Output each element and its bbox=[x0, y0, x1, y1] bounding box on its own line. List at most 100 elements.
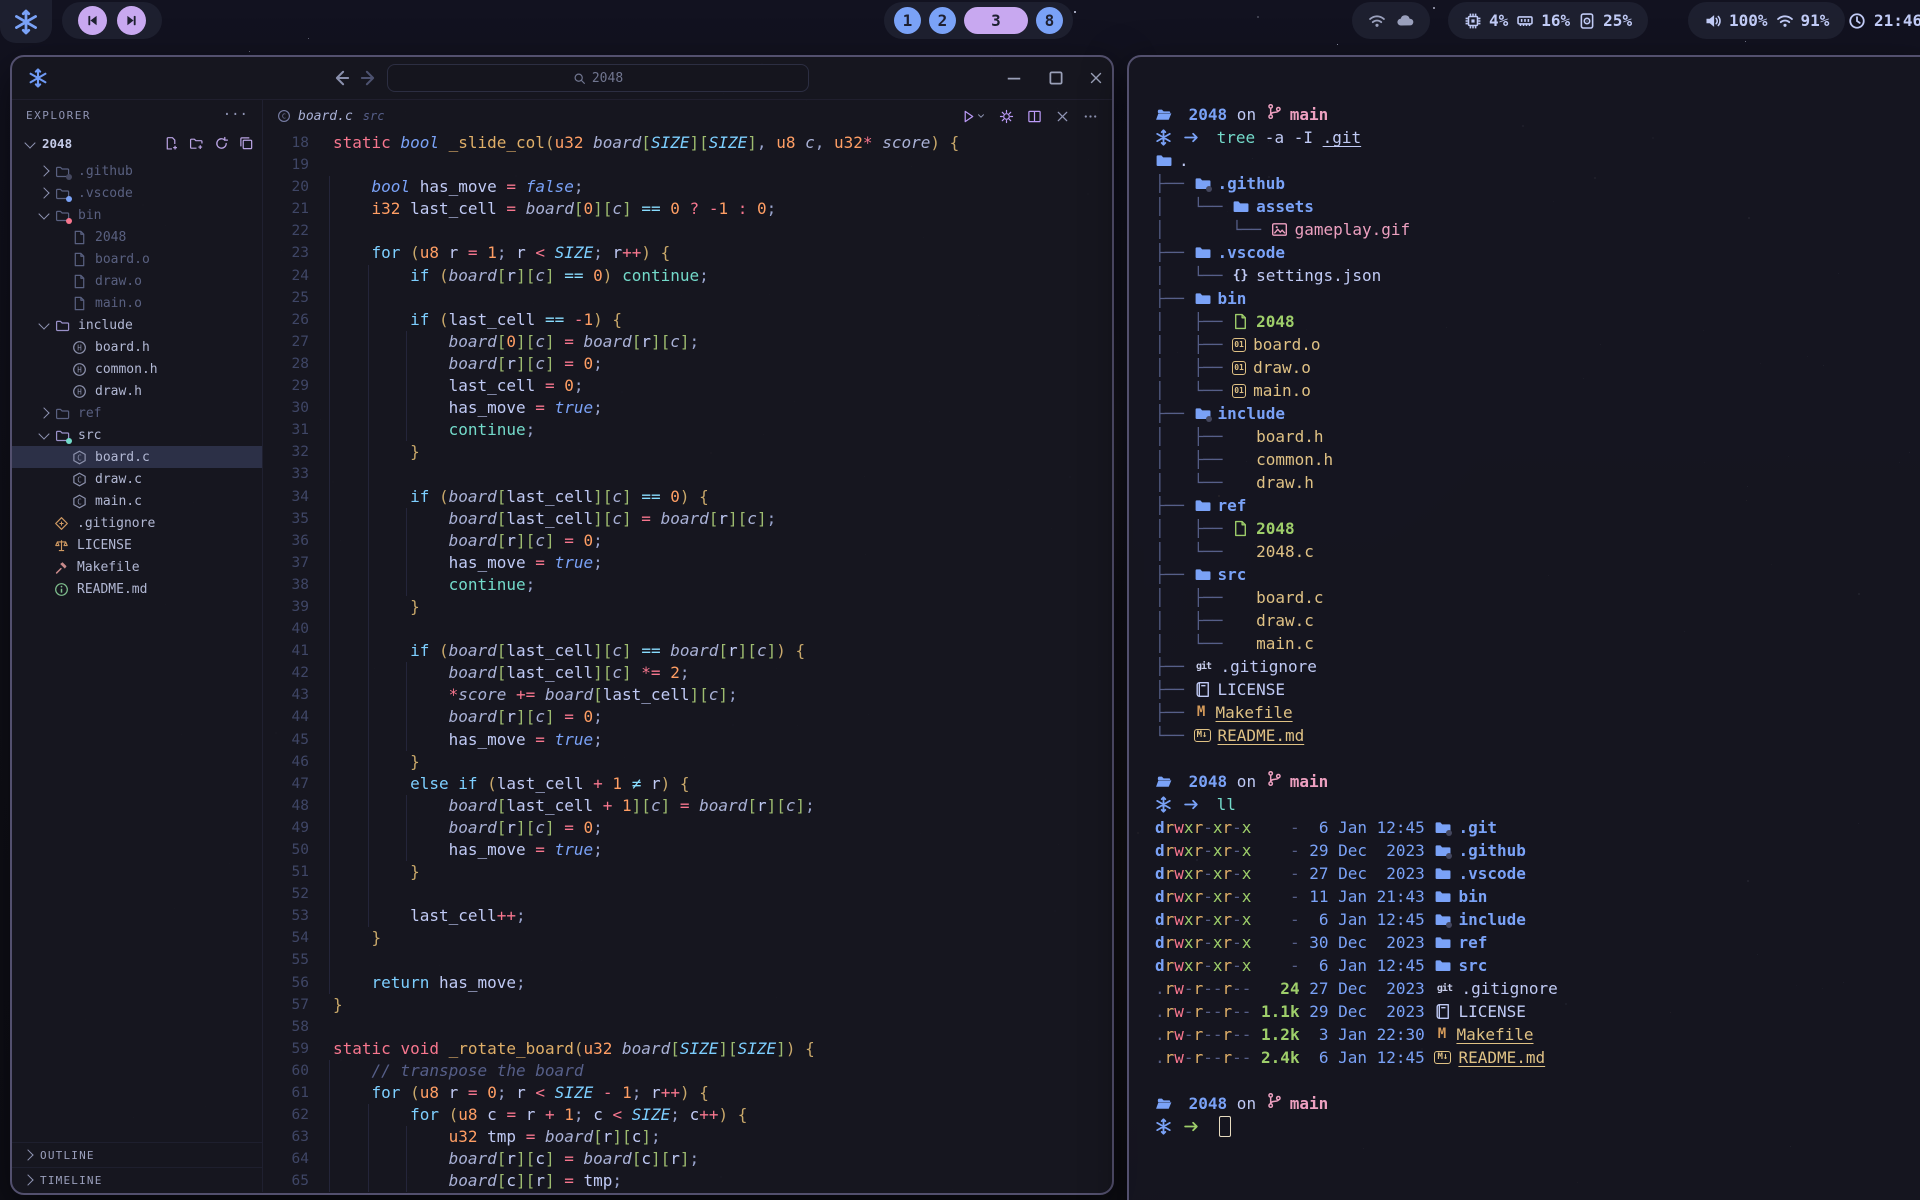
explorer-item-draw.o[interactable]: draw.o bbox=[12, 270, 262, 292]
code-line-51[interactable]: 51 } bbox=[263, 861, 1112, 883]
explorer-item-2048[interactable]: 2048 bbox=[12, 226, 262, 248]
code-line-22[interactable]: 22 bbox=[263, 220, 1112, 242]
explorer-item-draw.h[interactable]: draw.h bbox=[12, 380, 262, 402]
explorer-item-.vscode[interactable]: .vscode bbox=[12, 182, 262, 204]
code-line-44[interactable]: 44 board[r][c] = 0; bbox=[263, 706, 1112, 728]
explorer-item-main.o[interactable]: main.o bbox=[12, 292, 262, 314]
sidebar-section-timeline[interactable]: TIMELINE bbox=[12, 1167, 262, 1192]
explorer-item-bin[interactable]: bin bbox=[12, 204, 262, 226]
code-line-29[interactable]: 29 last_cell = 0; bbox=[263, 375, 1112, 397]
code-line-58[interactable]: 58 bbox=[263, 1016, 1112, 1038]
close-button[interactable] bbox=[1088, 68, 1104, 88]
code-line-24[interactable]: 24 if (board[r][c] == 0) continue; bbox=[263, 265, 1112, 287]
code-line-32[interactable]: 32 } bbox=[263, 441, 1112, 463]
more-actions-icon[interactable] bbox=[1083, 109, 1098, 124]
explorer-item-board.c[interactable]: board.c bbox=[12, 446, 262, 468]
collapse-all-icon[interactable] bbox=[239, 136, 254, 151]
terminal-window[interactable]: 2048 on main tree -a -I .git.├── .github… bbox=[1127, 55, 1920, 1200]
code-line-31[interactable]: 31 continue; bbox=[263, 419, 1112, 441]
explorer-item-main.c[interactable]: main.c bbox=[12, 490, 262, 512]
code-line-26[interactable]: 26 if (last_cell == -1) { bbox=[263, 309, 1112, 331]
workspace-button-2[interactable]: 2 bbox=[929, 7, 956, 34]
minimize-button[interactable] bbox=[1004, 68, 1024, 88]
tab-filename[interactable]: board.c bbox=[298, 109, 353, 124]
code-line-23[interactable]: 23 for (u8 r = 1; r < SIZE; r++) { bbox=[263, 242, 1112, 264]
media-next-button[interactable] bbox=[117, 6, 146, 35]
titlebar-search[interactable]: 2048 bbox=[387, 64, 809, 92]
refresh-icon[interactable] bbox=[214, 136, 229, 151]
code-line-40[interactable]: 40 bbox=[263, 618, 1112, 640]
code-line-43[interactable]: 43 *score += board[last_cell][c]; bbox=[263, 684, 1112, 706]
new-file-icon[interactable] bbox=[164, 136, 179, 151]
code-line-38[interactable]: 38 continue; bbox=[263, 574, 1112, 596]
code-line-63[interactable]: 63 u32 tmp = board[r][c]; bbox=[263, 1126, 1112, 1148]
code-line-62[interactable]: 62 for (u8 c = r + 1; c < SIZE; c++) { bbox=[263, 1104, 1112, 1126]
code-line-59[interactable]: 59static void _rotate_board(u32 board[SI… bbox=[263, 1038, 1112, 1060]
code-line-35[interactable]: 35 board[last_cell][c] = board[r][c]; bbox=[263, 508, 1112, 530]
code-line-56[interactable]: 56 return has_move; bbox=[263, 972, 1112, 994]
navigate-back-icon[interactable] bbox=[330, 68, 350, 88]
code-line-42[interactable]: 42 board[last_cell][c] *= 2; bbox=[263, 662, 1112, 684]
explorer-item-.github[interactable]: .github bbox=[12, 160, 262, 182]
vscode-window[interactable]: 2048 EXPLORER ··· 2048 .github.vscodebin… bbox=[10, 55, 1114, 1195]
code-area[interactable]: 18static bool _slide_col(u32 board[SIZE]… bbox=[263, 132, 1112, 1192]
code-line-18[interactable]: 18static bool _slide_col(u32 board[SIZE]… bbox=[263, 132, 1112, 154]
clock-widget[interactable]: 21:46 bbox=[1832, 2, 1920, 39]
code-line-36[interactable]: 36 board[r][c] = 0; bbox=[263, 530, 1112, 552]
workspace-button-3[interactable]: 3 bbox=[964, 7, 1028, 34]
navigate-forward-icon[interactable] bbox=[360, 68, 380, 88]
run-button[interactable] bbox=[961, 109, 986, 124]
code-line-37[interactable]: 37 has_move = true; bbox=[263, 552, 1112, 574]
code-line-49[interactable]: 49 board[r][c] = 0; bbox=[263, 817, 1112, 839]
weather-widget[interactable] bbox=[1352, 2, 1430, 39]
explorer-item-src[interactable]: src bbox=[12, 424, 262, 446]
media-previous-button[interactable] bbox=[78, 6, 107, 35]
explorer-item-LICENSE[interactable]: LICENSE bbox=[12, 534, 262, 556]
workspace-button-8[interactable]: 8 bbox=[1036, 7, 1063, 34]
code-line-33[interactable]: 33 bbox=[263, 463, 1112, 485]
explorer-item-board.h[interactable]: board.h bbox=[12, 336, 262, 358]
editor-pane[interactable]: board.c src 18static bool _slide_col(u32… bbox=[263, 100, 1112, 1192]
code-line-52[interactable]: 52 bbox=[263, 883, 1112, 905]
terminal-cursor[interactable] bbox=[1219, 1116, 1231, 1137]
code-line-47[interactable]: 47 else if (last_cell + 1 ≠ r) { bbox=[263, 773, 1112, 795]
explorer-item-draw.c[interactable]: draw.c bbox=[12, 468, 262, 490]
explorer-item-common.h[interactable]: common.h bbox=[12, 358, 262, 380]
settings-gear-icon[interactable] bbox=[999, 109, 1014, 124]
explorer-more-button[interactable]: ··· bbox=[223, 107, 248, 123]
code-line-21[interactable]: 21 i32 last_cell = board[0][c] == 0 ? -1… bbox=[263, 198, 1112, 220]
code-line-19[interactable]: 19 bbox=[263, 154, 1112, 176]
code-line-39[interactable]: 39 } bbox=[263, 596, 1112, 618]
code-line-28[interactable]: 28 board[r][c] = 0; bbox=[263, 353, 1112, 375]
new-folder-icon[interactable] bbox=[189, 136, 204, 151]
code-line-30[interactable]: 30 has_move = true; bbox=[263, 397, 1112, 419]
explorer-item-Makefile[interactable]: Makefile bbox=[12, 556, 262, 578]
split-editor-icon[interactable] bbox=[1027, 109, 1042, 124]
code-line-50[interactable]: 50 has_move = true; bbox=[263, 839, 1112, 861]
code-line-45[interactable]: 45 has_move = true; bbox=[263, 729, 1112, 751]
maximize-button[interactable] bbox=[1046, 68, 1066, 88]
code-line-20[interactable]: 20 bool has_move = false; bbox=[263, 176, 1112, 198]
code-line-54[interactable]: 54 } bbox=[263, 927, 1112, 949]
close-editor-icon[interactable] bbox=[1055, 109, 1070, 124]
code-line-25[interactable]: 25 bbox=[263, 287, 1112, 309]
workspace-button-1[interactable]: 1 bbox=[894, 7, 921, 34]
code-line-48[interactable]: 48 board[last_cell + 1][c] = board[r][c]… bbox=[263, 795, 1112, 817]
explorer-item-.gitignore[interactable]: .gitignore bbox=[12, 512, 262, 534]
code-line-61[interactable]: 61 for (u8 r = 0; r < SIZE - 1; r++) { bbox=[263, 1082, 1112, 1104]
code-line-65[interactable]: 65 board[c][r] = tmp; bbox=[263, 1170, 1112, 1192]
code-line-57[interactable]: 57} bbox=[263, 994, 1112, 1016]
vscode-titlebar[interactable]: 2048 bbox=[12, 57, 1112, 100]
explorer-item-README.md[interactable]: README.md bbox=[12, 578, 262, 600]
code-line-46[interactable]: 46 } bbox=[263, 751, 1112, 773]
explorer-item-include[interactable]: include bbox=[12, 314, 262, 336]
code-line-64[interactable]: 64 board[r][c] = board[c][r]; bbox=[263, 1148, 1112, 1170]
code-line-55[interactable]: 55 bbox=[263, 949, 1112, 971]
code-line-27[interactable]: 27 board[0][c] = board[r][c]; bbox=[263, 331, 1112, 353]
explorer-item-ref[interactable]: ref bbox=[12, 402, 262, 424]
code-line-53[interactable]: 53 last_cell++; bbox=[263, 905, 1112, 927]
code-line-41[interactable]: 41 if (board[last_cell][c] == board[r][c… bbox=[263, 640, 1112, 662]
project-root-row[interactable]: 2048 bbox=[12, 130, 262, 156]
code-line-34[interactable]: 34 if (board[last_cell][c] == 0) { bbox=[263, 486, 1112, 508]
nixos-menu-button[interactable] bbox=[0, 0, 52, 43]
